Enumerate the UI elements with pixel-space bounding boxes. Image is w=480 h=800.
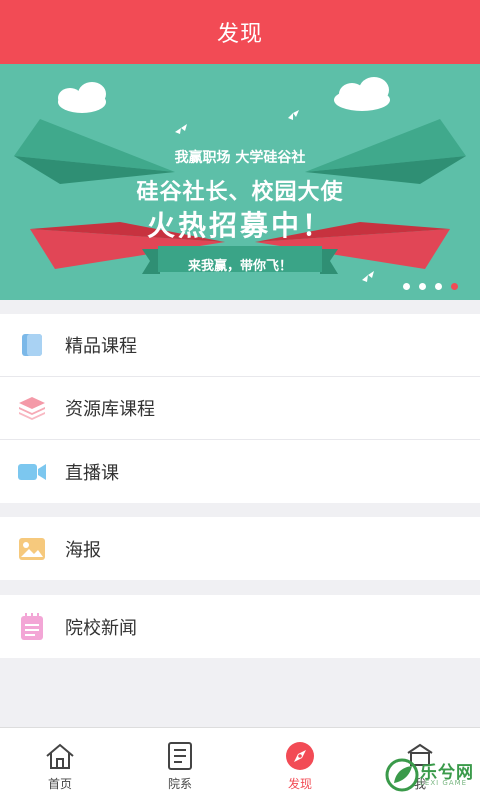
carousel-dot[interactable] [435, 283, 442, 290]
page-title: 发现 [216, 22, 263, 47]
tab-label: 首页 [47, 777, 72, 791]
menu-item-live-course[interactable]: 直播课 [0, 440, 480, 503]
video-camera-icon [17, 457, 47, 487]
menu-item-label: 院校新闻 [65, 617, 137, 639]
tab-departments[interactable]: 院系 [120, 728, 240, 800]
layers-icon [17, 393, 47, 423]
cloud-left [58, 82, 106, 113]
butterfly-icon [288, 110, 299, 120]
image-icon [17, 534, 47, 564]
banner-callout: 火热招募中！ [146, 209, 333, 242]
home-icon [44, 740, 76, 772]
menu-item-school-news[interactable]: 院校新闻 [0, 595, 480, 658]
top-nav-bar: 发现 [0, 0, 480, 64]
tab-discover[interactable]: 发现 [240, 728, 360, 800]
carousel-dot[interactable] [403, 283, 410, 290]
list-document-icon [164, 740, 196, 772]
compass-icon [284, 740, 316, 772]
carousel-dot-active[interactable] [451, 283, 458, 290]
cloud-right [334, 77, 390, 111]
menu-group-news: 院校新闻 [0, 595, 480, 658]
banner-headline: 硅谷社长、校园大使 [136, 180, 344, 205]
menu-group-posters: 海报 [0, 517, 480, 580]
watermark-subtext: LEXI GAME [420, 779, 468, 787]
banner-ribbon-text: 来我赢，带你飞！ [187, 259, 292, 274]
butterfly-icon [175, 124, 187, 134]
notepad-icon [17, 612, 47, 642]
promo-banner[interactable]: 我赢职场 大学硅谷社 硅谷社长、校园大使 火热招募中！ 来我赢，带你飞！ [0, 64, 480, 300]
book-icon [17, 330, 47, 360]
menu-item-label: 资源库课程 [65, 399, 155, 420]
tab-label: 发现 [287, 777, 312, 791]
menu-item-posters[interactable]: 海报 [0, 517, 480, 580]
menu-item-label: 直播课 [65, 462, 119, 484]
menu-group-courses: 精品课程 资源库课程 直播课 [0, 314, 480, 503]
menu-item-label: 海报 [65, 539, 101, 561]
banner-subtitle: 我赢职场 大学硅谷社 [174, 150, 306, 166]
menu-item-resource-courses[interactable]: 资源库课程 [0, 377, 480, 440]
menu-item-premium-courses[interactable]: 精品课程 [0, 314, 480, 377]
leaf-logo-icon [385, 758, 419, 792]
tab-label: 院系 [167, 777, 192, 791]
site-watermark: 乐兮网 LEXI GAME [382, 755, 480, 795]
menu-item-label: 精品课程 [65, 336, 137, 357]
carousel-dot[interactable] [419, 283, 426, 290]
tab-home[interactable]: 首页 [0, 728, 120, 800]
carousel-indicator [403, 283, 458, 290]
